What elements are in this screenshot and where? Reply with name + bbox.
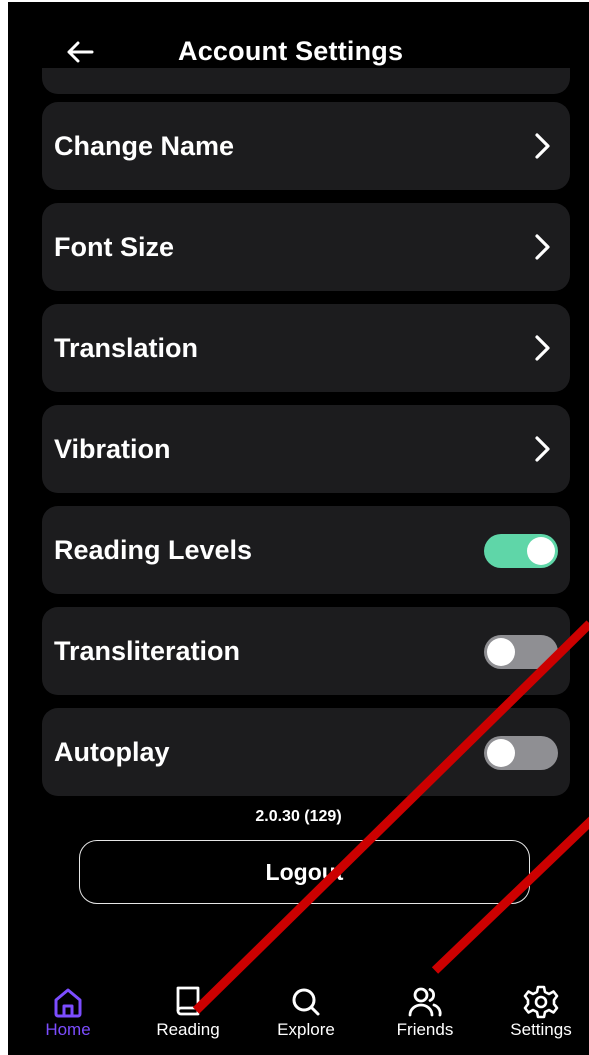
nav-explore[interactable]: Explore [251,970,361,1055]
chevron-right-icon [535,335,550,361]
settings-row-label: Vibration [54,434,171,464]
reading-levels-toggle[interactable] [484,534,558,568]
back-button[interactable] [56,30,104,74]
nav-home[interactable]: Home [13,970,123,1055]
settings-row-change-name[interactable]: Change Name [42,102,570,190]
settings-row-reading-levels: Reading Levels [42,506,570,594]
autoplay-toggle[interactable] [484,736,558,770]
gear-icon [523,985,559,1019]
app-screen: Account Settings Change Name Font Size T… [8,2,589,1055]
nav-label: Settings [510,1020,572,1039]
header: Account Settings [8,2,589,68]
bottom-nav: Home Reading Explore Friends Settings [8,970,589,1055]
settings-row-label: Autoplay [54,737,170,767]
home-icon [54,988,82,1018]
toggle-knob [487,638,515,666]
toggle-knob [527,537,555,565]
chevron-right-icon [535,436,550,462]
nav-friends[interactable]: Friends [370,970,480,1055]
logout-button[interactable]: Logout [79,840,530,904]
chevron-right-icon [535,133,550,159]
nav-settings[interactable]: Settings [486,970,589,1055]
settings-row-transliteration: Transliteration [42,607,570,695]
nav-label: Friends [396,1020,454,1039]
app-version: 2.0.30 (129) [255,808,342,825]
search-icon [292,988,320,1016]
nav-label: Explore [277,1020,335,1039]
nav-label: Home [45,1020,91,1039]
chevron-right-icon [535,234,550,260]
settings-row-label: Transliteration [54,636,241,666]
settings-row-label: Reading Levels [54,535,253,565]
settings-row-label: Translation [54,333,199,363]
settings-row-label: Change Name [54,131,235,161]
settings-row-font-size[interactable]: Font Size [42,203,570,291]
nav-label: Reading [156,1020,220,1039]
page-title: Account Settings [178,36,404,66]
arrow-left-icon [67,41,94,63]
friends-icon [408,987,442,1017]
settings-row-label: Font Size [54,232,174,262]
settings-row-translation[interactable]: Translation [42,304,570,392]
settings-row-vibration[interactable]: Vibration [42,405,570,493]
toggle-knob [487,739,515,767]
